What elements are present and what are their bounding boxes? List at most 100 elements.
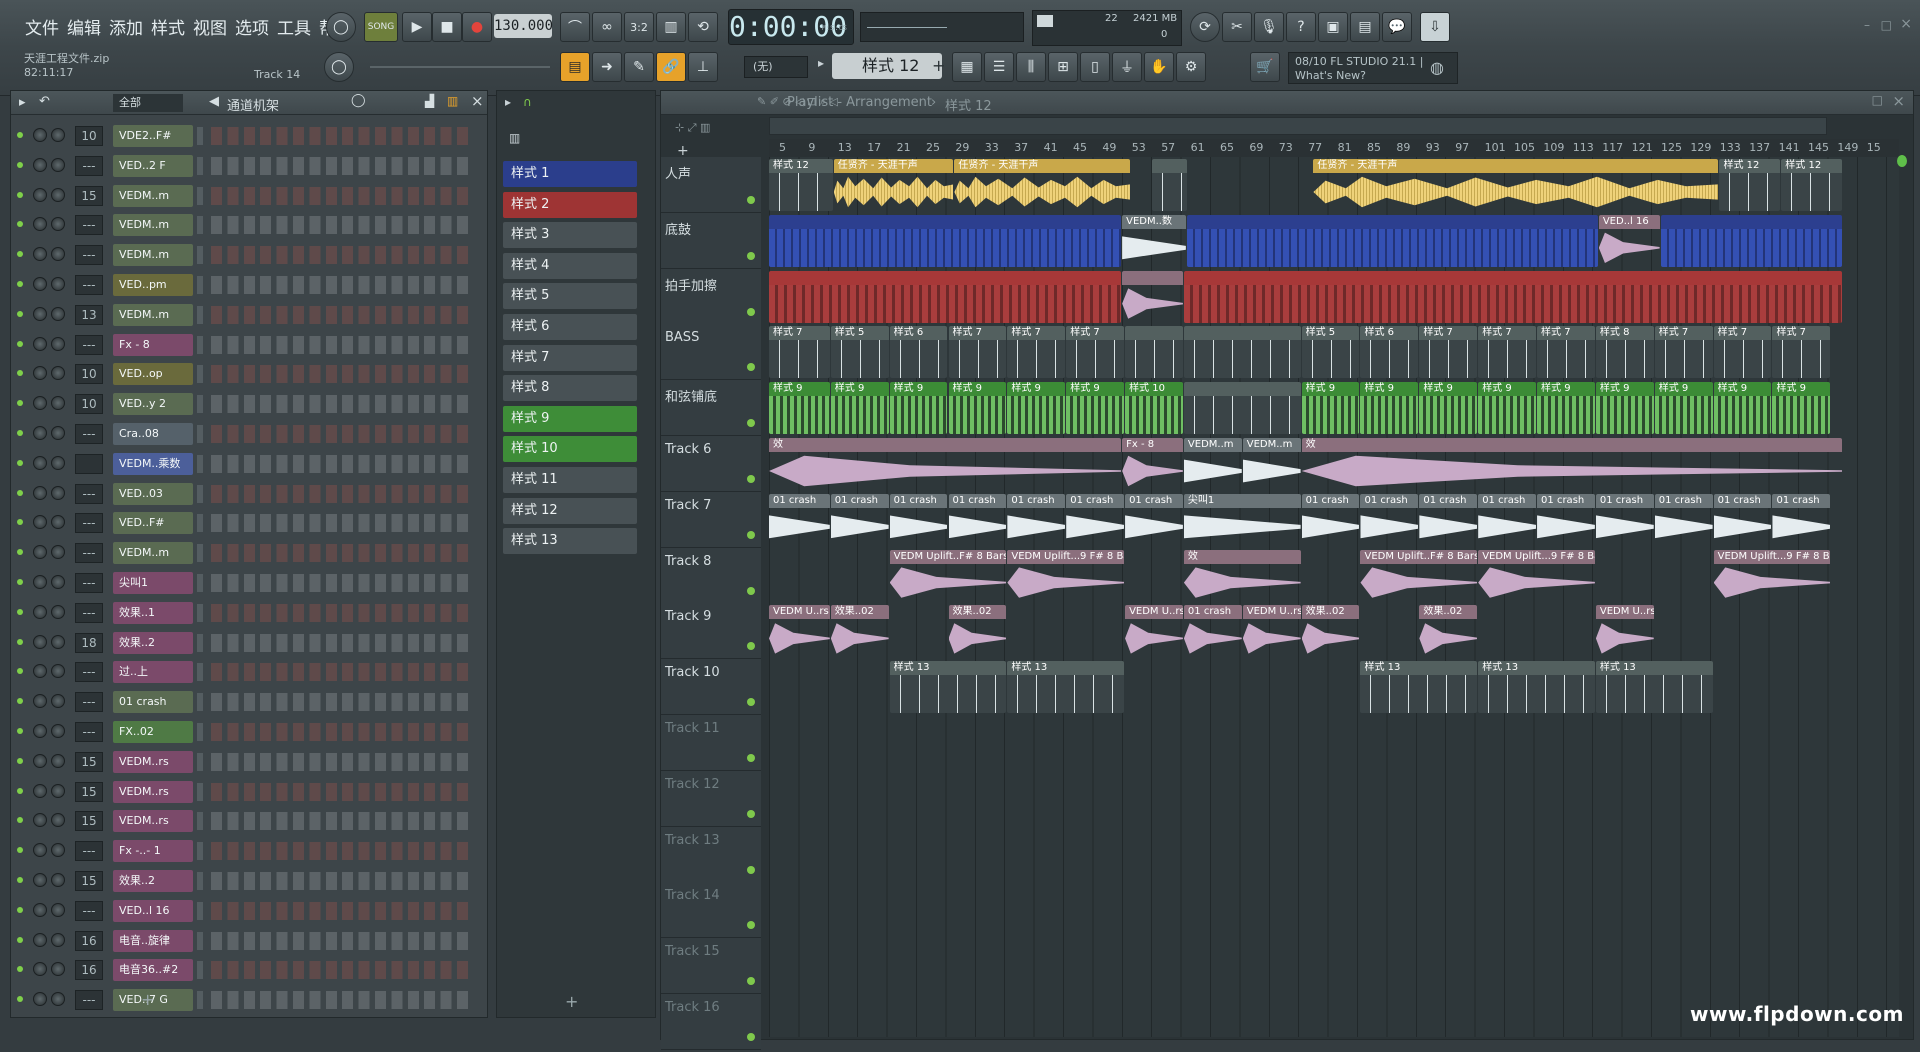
channel-volume-knob[interactable] — [51, 366, 65, 381]
playlist-clip[interactable]: 任贤齐 - 天涯干声 — [954, 159, 1130, 211]
channel-row[interactable]: --- 效果..1 — [11, 598, 487, 628]
master-volume-knob[interactable]: ◯ — [326, 12, 356, 42]
channel-volume-knob[interactable] — [51, 128, 65, 142]
playlist-clip[interactable] — [1660, 214, 1843, 267]
channel-mixer-track[interactable]: 15 — [75, 871, 103, 891]
channel-enable-led[interactable] — [17, 132, 23, 138]
channel-enable-led[interactable] — [17, 579, 23, 585]
track-header[interactable]: Track 12 — [661, 770, 761, 827]
playlist-clip[interactable]: 样式 12 — [1781, 159, 1843, 211]
close-rack-button[interactable]: × — [471, 92, 484, 110]
playlist-clip[interactable]: 样式 7 — [1007, 326, 1066, 379]
playlist-clip[interactable]: 样式 13 — [889, 661, 1007, 714]
channel-name-button[interactable]: Fx - 8 — [113, 333, 193, 356]
step-sequencer[interactable] — [211, 544, 473, 563]
channel-row[interactable]: 15 VEDM..m — [11, 181, 487, 211]
channel-select-bar[interactable] — [197, 395, 203, 414]
step-sequencer[interactable] — [211, 484, 473, 503]
step-sequencer[interactable] — [211, 156, 473, 175]
step-sequencer[interactable] — [211, 723, 473, 741]
channel-pan-knob[interactable] — [33, 545, 47, 560]
playlist-clip[interactable]: 样式 7 — [1066, 326, 1125, 379]
playlist-clip[interactable]: 样式 9 — [1007, 382, 1066, 435]
channel-pan-knob[interactable] — [33, 724, 47, 738]
channel-row[interactable]: --- Cra..08 — [11, 419, 487, 449]
main-pitch-knob[interactable]: ◯ — [324, 52, 354, 82]
track-header[interactable]: Track 9 — [661, 603, 761, 660]
channel-volume-knob[interactable] — [51, 962, 65, 977]
channel-volume-knob[interactable] — [51, 932, 65, 947]
channel-pan-knob[interactable] — [33, 396, 47, 411]
channel-enable-led[interactable] — [17, 996, 23, 1003]
close-window-button[interactable]: × — [1900, 16, 1912, 32]
playlist-clip[interactable]: 01 crash — [1478, 493, 1537, 546]
playlist-clip[interactable]: 样式 8 — [1595, 326, 1654, 379]
playlist-clip[interactable]: 样式 13 — [1595, 661, 1713, 714]
channel-enable-led[interactable] — [17, 191, 23, 198]
playlist-clip[interactable]: 01 crash — [1183, 605, 1242, 657]
channel-name-button[interactable]: VED..pm — [113, 274, 193, 296]
playlist-clip[interactable]: 样式 9 — [1360, 382, 1419, 435]
channel-enable-led[interactable] — [17, 936, 23, 943]
playlist-clip[interactable]: 01 crash — [889, 493, 948, 546]
playlist-clip[interactable]: 样式 9 — [1595, 382, 1654, 435]
channel-mixer-track[interactable]: --- — [75, 900, 103, 921]
playlist-clip[interactable]: 样式 7 — [769, 326, 830, 379]
plugin-database-button[interactable]: ⏚ — [1112, 52, 1142, 82]
channel-select-bar[interactable] — [197, 812, 203, 831]
playlist-clip[interactable]: 样式 13 — [1360, 661, 1478, 714]
channel-volume-knob[interactable] — [51, 455, 65, 470]
rack-menu-arrow[interactable]: ▸ — [19, 95, 26, 110]
step-sequencer[interactable] — [211, 872, 473, 890]
channel-enable-led[interactable] — [17, 281, 23, 287]
playlist-clip[interactable] — [1122, 270, 1183, 323]
playlist-clip[interactable]: 效果..02 — [948, 605, 1007, 657]
channel-row[interactable]: --- FX..02 — [11, 717, 487, 747]
save-button[interactable]: ▣ — [1318, 12, 1348, 42]
channel-select-bar[interactable] — [197, 454, 203, 473]
pattern-item[interactable]: 样式 13 — [503, 528, 637, 555]
download-button[interactable]: ⇩ — [1420, 12, 1450, 42]
track-enable-led[interactable] — [747, 530, 755, 539]
channel-name-button[interactable]: VEDM..m — [113, 214, 193, 237]
channel-row[interactable]: --- VEDM..m — [11, 210, 487, 240]
channel-enable-led[interactable] — [17, 906, 23, 913]
channel-mixer-track[interactable]: --- — [75, 602, 103, 623]
channel-pan-knob[interactable] — [33, 247, 47, 262]
playlist-clip[interactable]: 样式 5 — [1301, 326, 1360, 379]
channel-volume-knob[interactable] — [51, 575, 65, 589]
step-sequencer[interactable] — [211, 216, 473, 235]
channel-mixer-track[interactable]: --- — [75, 424, 103, 444]
channel-select-bar[interactable] — [197, 425, 203, 443]
channel-name-button[interactable]: VED..l 16 — [113, 899, 193, 922]
playlist-clip[interactable]: 样式 9 — [1301, 382, 1360, 435]
menu-tools[interactable]: 工具 — [276, 14, 312, 39]
playlist-clip[interactable]: 01 crash — [1654, 493, 1713, 546]
channel-pan-knob[interactable] — [33, 277, 47, 291]
channel-name-button[interactable]: Cra..08 — [113, 423, 193, 445]
channel-mixer-track[interactable]: --- — [75, 155, 103, 176]
track-header[interactable]: Track 14 — [661, 882, 761, 939]
step-sequencer[interactable] — [211, 991, 473, 1010]
track-header[interactable]: Track 8 — [661, 547, 761, 604]
channel-mixer-track[interactable]: --- — [75, 722, 103, 742]
playlist-clip[interactable]: VEDM Uplift..F# 8 Bars — [1360, 549, 1478, 602]
channel-enable-led[interactable] — [17, 966, 23, 973]
channel-mixer-track[interactable] — [75, 453, 103, 474]
channel-row[interactable]: --- Fx -..- 1 — [11, 836, 487, 866]
channel-name-button[interactable]: VEDM..rs — [113, 810, 193, 833]
arrangement-grid[interactable]: 样式 12 任贤齐 - 天涯干声 任贤齐 - 天涯干声 任贤齐 - 天涯干声 样式 12… — [769, 157, 1899, 1037]
channel-volume-knob[interactable] — [51, 902, 65, 917]
track-enable-led[interactable] — [747, 586, 755, 595]
track-enable-led[interactable] — [747, 754, 755, 762]
playlist-clip[interactable] — [769, 214, 1122, 267]
channel-name-button[interactable]: FX..02 — [113, 721, 193, 743]
channel-enable-led[interactable] — [17, 400, 23, 407]
playlist-clip[interactable]: VEDM Uplift...9 F# 8 Bars — [1478, 549, 1595, 602]
channel-row[interactable]: 15 效果..2 — [11, 866, 487, 896]
step-sequencer[interactable] — [211, 663, 473, 682]
channel-pan-knob[interactable] — [33, 336, 47, 351]
channel-volume-knob[interactable] — [51, 724, 65, 738]
channel-mixer-track[interactable]: --- — [75, 334, 103, 355]
track-enable-led[interactable] — [747, 196, 755, 204]
